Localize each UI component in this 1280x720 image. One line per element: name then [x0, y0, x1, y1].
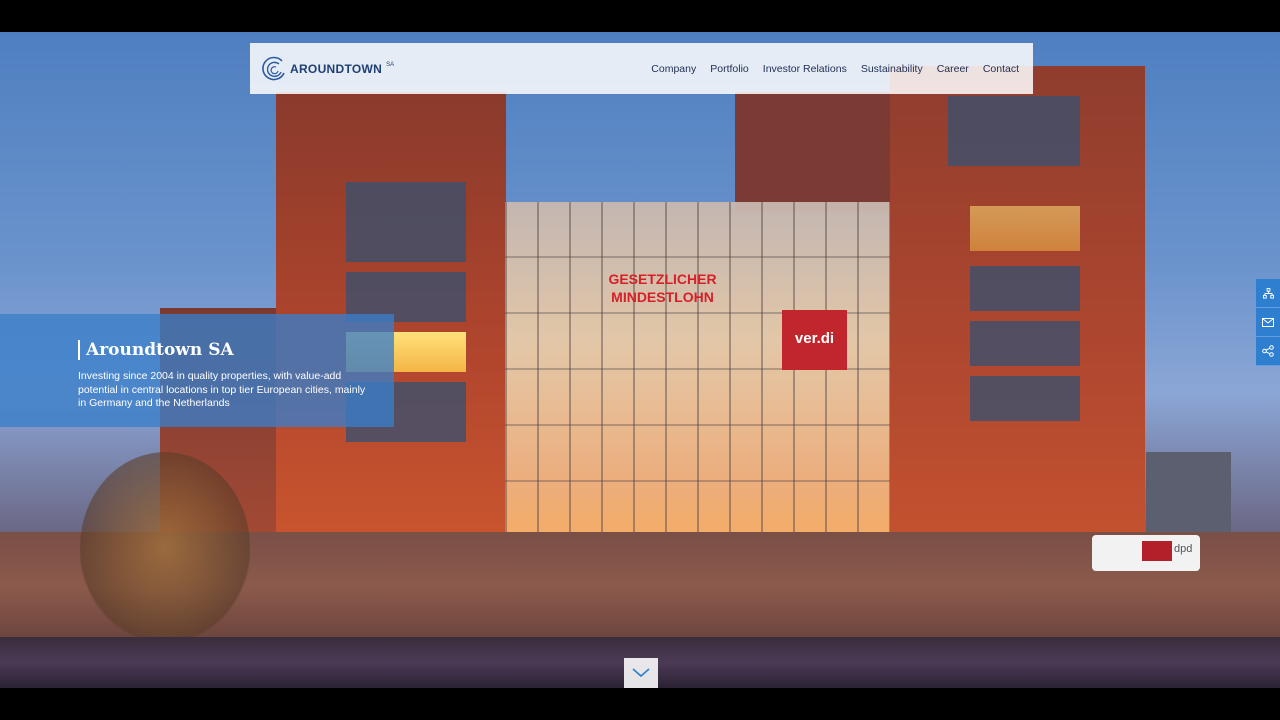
nav-links: Company Portfolio Investor Relations Sus…: [651, 63, 1019, 75]
scroll-down-button[interactable]: [624, 658, 658, 688]
contact-mail-button[interactable]: [1256, 308, 1280, 337]
top-navigation-bar: AROUNDTOWN SA Company Portfolio Investor…: [250, 43, 1033, 94]
window: [948, 96, 1080, 166]
hero-title: Aroundtown SA: [78, 340, 374, 360]
mail-icon: [1262, 317, 1274, 327]
window: [970, 321, 1080, 366]
verdi-sign: ver.di: [782, 310, 847, 370]
banner-sign-text: GESETZLICHER MINDESTLOHN: [608, 271, 717, 305]
van-logo-badge: [1142, 541, 1172, 561]
nav-sustainability[interactable]: Sustainability: [861, 63, 923, 75]
nav-portfolio[interactable]: Portfolio: [710, 63, 749, 75]
window: [970, 376, 1080, 421]
right-tower-building: [890, 66, 1145, 551]
nav-company[interactable]: Company: [651, 63, 696, 75]
chevron-down-icon: [632, 668, 650, 678]
willow-tree: [80, 452, 250, 642]
nav-contact[interactable]: Contact: [983, 63, 1019, 75]
brand-suffix: SA: [386, 61, 395, 68]
atrium-grid: [505, 202, 895, 552]
nav-career[interactable]: Career: [937, 63, 969, 75]
hero-description: Investing since 2004 in quality properti…: [78, 370, 366, 409]
van-logo-text: dpd: [1174, 543, 1193, 555]
right-mid-building: [735, 92, 895, 212]
verdi-sign-text: ver.di: [794, 330, 835, 347]
window: [346, 182, 466, 262]
aroundtown-logo-icon: [262, 56, 285, 80]
side-tool-bar: [1256, 279, 1280, 366]
delivery-van: dpd: [1092, 535, 1200, 571]
share-button[interactable]: [1256, 337, 1280, 366]
sitemap-icon: [1262, 287, 1274, 299]
brand-name: AROUNDTOWN: [290, 61, 383, 76]
sitemap-button[interactable]: [1256, 279, 1280, 308]
brand-logo[interactable]: AROUNDTOWN SA: [260, 55, 394, 83]
hero-background-image: GESETZLICHER MINDESTLOHN ver.di dpd AROU…: [0, 32, 1280, 688]
nav-investor-relations[interactable]: Investor Relations: [763, 63, 847, 75]
window: [970, 266, 1080, 311]
share-icon: [1262, 345, 1274, 357]
lit-window: [970, 206, 1080, 251]
hero-info-box: Aroundtown SA Investing since 2004 in qu…: [0, 314, 394, 427]
